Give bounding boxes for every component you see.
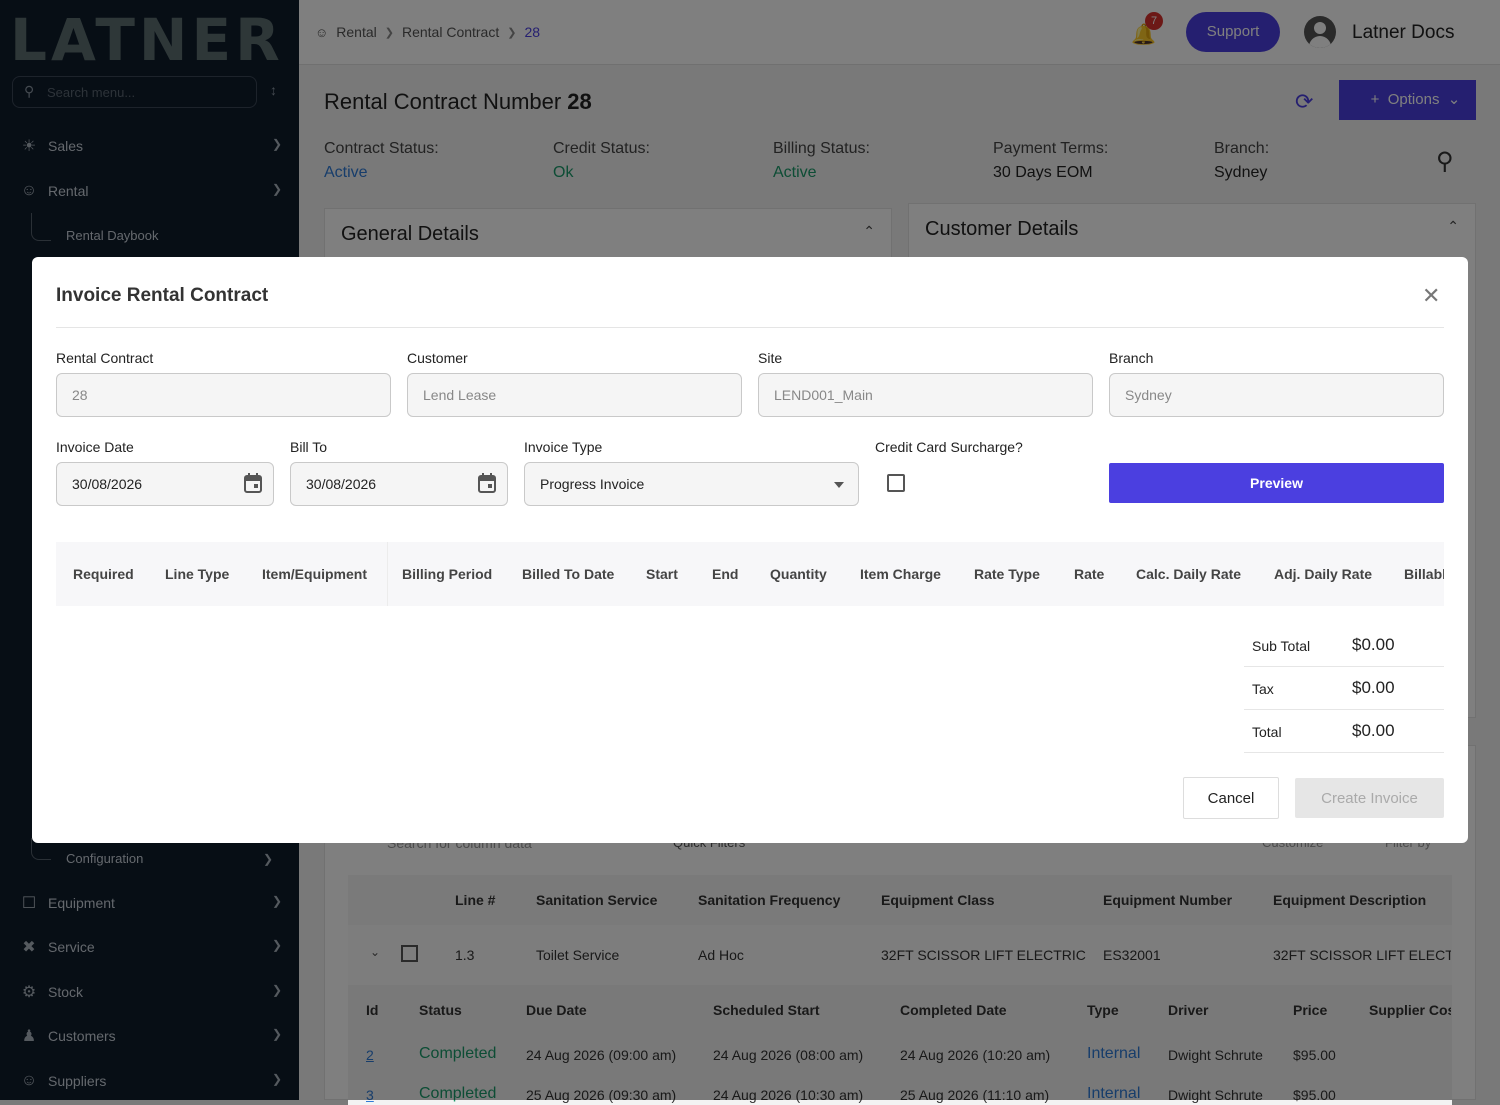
invoice-type-select[interactable]: Progress Invoice: [524, 462, 859, 506]
invoice-date-value: 30/08/2026: [72, 476, 143, 492]
tax-label: Tax: [1252, 681, 1274, 697]
invoice-rental-contract-modal: Invoice Rental Contract ✕ Rental Contrac…: [32, 257, 1468, 843]
calendar-icon[interactable]: [243, 472, 263, 494]
total-label: Total: [1252, 724, 1282, 740]
invoice-date-field[interactable]: 30/08/2026: [56, 462, 274, 506]
subtotal-value: $0.00: [1352, 635, 1395, 654]
total-value: $0.00: [1352, 721, 1395, 740]
column-header-quantity[interactable]: Quantity: [770, 566, 827, 582]
rental-contract-field: 28: [56, 373, 391, 417]
credit-card-surcharge-checkbox[interactable]: [887, 474, 905, 492]
customer-field: Lend Lease: [407, 373, 742, 417]
subtotal-label: Sub Total: [1252, 638, 1311, 654]
rental-contract-label: Rental Contract: [56, 350, 154, 366]
column-header-adj-daily-rate[interactable]: Adj. Daily Rate: [1274, 566, 1372, 582]
site-field: LEND001_Main: [758, 373, 1093, 417]
column-header-required[interactable]: Required: [73, 566, 134, 582]
credit-card-surcharge-label: Credit Card Surcharge?: [875, 439, 1023, 455]
column-header-billable[interactable]: Billable: [1404, 566, 1444, 582]
calendar-icon[interactable]: [477, 472, 497, 494]
column-header-rate-type[interactable]: Rate Type: [974, 566, 1040, 582]
tax-row: Tax $0.00: [1244, 667, 1444, 710]
invoice-type-label: Invoice Type: [524, 439, 603, 455]
subtotal-row: Sub Total $0.00: [1244, 624, 1444, 667]
customer-label: Customer: [407, 350, 468, 366]
modal-title: Invoice Rental Contract: [56, 285, 269, 306]
column-header-line-type[interactable]: Line Type: [165, 566, 229, 582]
site-label: Site: [758, 350, 783, 366]
close-icon[interactable]: ✕: [1422, 283, 1440, 309]
invoice-type-value: Progress Invoice: [540, 476, 645, 492]
column-header-rate[interactable]: Rate: [1074, 566, 1104, 582]
tax-value: $0.00: [1352, 678, 1395, 697]
column-header-billed-to-date[interactable]: Billed To Date: [522, 566, 614, 582]
cancel-button[interactable]: Cancel: [1183, 777, 1279, 819]
total-row: Total $0.00: [1244, 710, 1444, 753]
branch-label: Branch: [1109, 350, 1154, 366]
bill-to-value: 30/08/2026: [306, 476, 377, 492]
invoice-date-label: Invoice Date: [56, 439, 134, 455]
modal-divider: [56, 327, 1444, 328]
column-header-start[interactable]: Start: [646, 566, 678, 582]
bill-to-field[interactable]: 30/08/2026: [290, 462, 508, 506]
create-invoice-button[interactable]: Create Invoice: [1295, 778, 1444, 818]
column-header-end[interactable]: End: [712, 566, 738, 582]
branch-field: Sydney: [1109, 373, 1444, 417]
bill-to-label: Bill To: [290, 439, 328, 455]
caret-down-icon: [834, 482, 844, 488]
preview-button[interactable]: Preview: [1109, 463, 1444, 503]
column-header-item-charge[interactable]: Item Charge: [860, 566, 941, 582]
invoice-lines-table-header: Required Line Type Item/Equipment Billin…: [56, 542, 1444, 606]
column-header-item-equipment[interactable]: Item/Equipment: [262, 566, 367, 582]
column-header-billing-period[interactable]: Billing Period: [402, 566, 492, 582]
column-header-calc-daily-rate[interactable]: Calc. Daily Rate: [1136, 566, 1241, 582]
column-divider: [387, 542, 388, 606]
